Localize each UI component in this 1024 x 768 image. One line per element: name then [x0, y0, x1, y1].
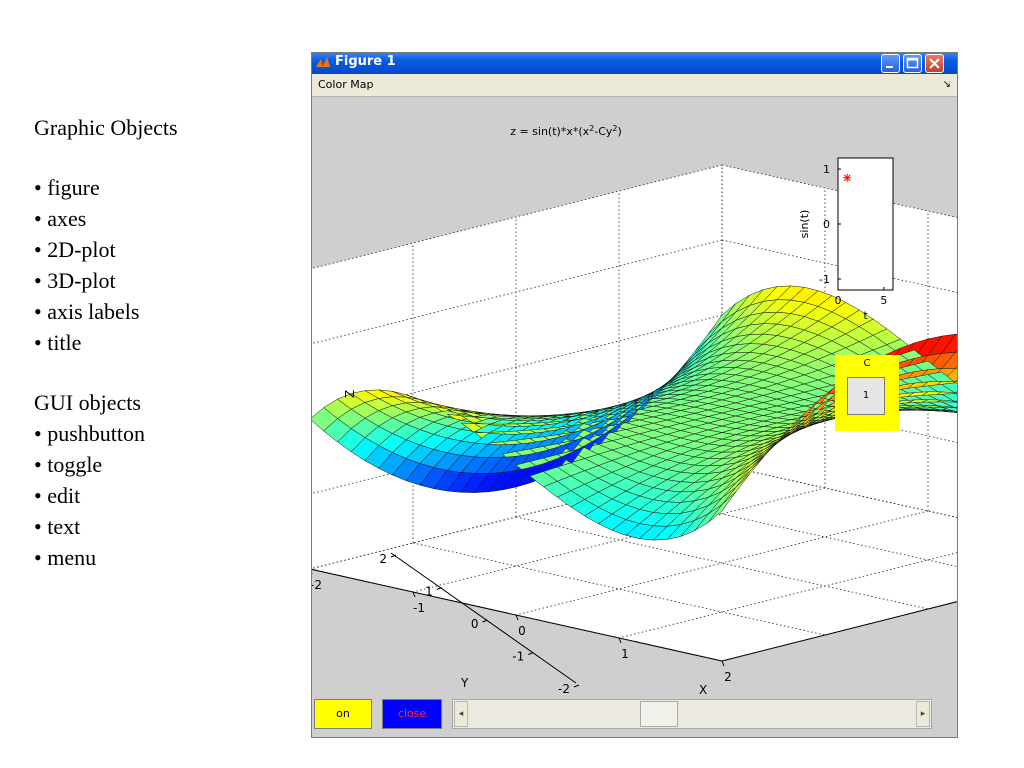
- list-item: • figure: [34, 175, 100, 200]
- list-item: • menu: [34, 545, 97, 570]
- close-button[interactable]: close: [382, 699, 442, 729]
- menu-arrow-icon[interactable]: ↘: [943, 79, 951, 90]
- x-tick-label: -1: [413, 601, 425, 615]
- title-bar[interactable]: Figure 1: [312, 53, 957, 74]
- close-window-button[interactable]: [925, 54, 944, 73]
- matlab-icon: [316, 57, 330, 67]
- maximize-button[interactable]: [903, 54, 922, 73]
- close-icon: [929, 58, 940, 69]
- sin-t-y-tick-label: 1: [823, 163, 830, 176]
- y-tick-label: 2: [379, 552, 387, 566]
- y-tick-label: -2: [558, 682, 570, 696]
- slider-right-arrow[interactable]: ▸: [916, 701, 930, 727]
- minimize-icon: [886, 66, 893, 68]
- list-item: • toggle: [34, 452, 103, 477]
- sin-t-x-tick-label: 5: [880, 294, 887, 307]
- x-tick-label: -2: [312, 578, 322, 592]
- heading-graphic-objects: Graphic Objects: [34, 115, 178, 140]
- y-tick-label: 0: [471, 617, 479, 631]
- c-edit-field[interactable]: 1: [847, 377, 885, 415]
- y-tick-label: 1: [425, 585, 433, 599]
- list-item: • title: [34, 330, 82, 355]
- main-plot-title: z = sin(t)*x*(x2-Cy2): [510, 124, 622, 138]
- tick-mark: [721, 660, 725, 667]
- x-tick-label: 0: [518, 624, 526, 638]
- sin-t-data-point: [843, 173, 852, 182]
- t-slider[interactable]: ◂ ▸: [452, 699, 932, 729]
- list-item: • 3D-plot: [34, 268, 116, 293]
- sin-t-x-tick-label: 0: [835, 294, 842, 307]
- slider-left-arrow[interactable]: ◂: [454, 701, 468, 727]
- slider-thumb[interactable]: [640, 701, 679, 727]
- sin-t-y-label: sin(t): [798, 210, 811, 239]
- menu-bar: Color Map ↘: [312, 74, 957, 97]
- y-tick-label: -1: [512, 650, 524, 664]
- heading-gui-objects: GUI objects: [34, 390, 141, 415]
- x-tick-label: 1: [621, 647, 629, 661]
- window-title: Figure 1: [335, 54, 396, 69]
- maximize-icon: [906, 57, 919, 69]
- menu-color-map[interactable]: Color Map: [318, 78, 373, 91]
- minimize-button[interactable]: [881, 54, 900, 73]
- list-item: • edit: [34, 483, 81, 508]
- x-axis-label: X: [699, 683, 707, 696]
- c-label: C: [863, 358, 871, 369]
- sin-t-y-tick-label: 0: [823, 218, 830, 231]
- z-axis-label: Z: [343, 390, 357, 398]
- sin-t-y-tick-label: -1: [819, 273, 830, 286]
- x-tick-label: 2: [724, 670, 732, 684]
- list-item: • 2D-plot: [34, 237, 116, 262]
- y-axis-label: Y: [460, 676, 469, 690]
- list-item: • axes: [34, 206, 87, 231]
- on-toggle-button[interactable]: on: [314, 699, 372, 729]
- slide-text: Graphic Objects • figure • axes • 2D-plo…: [34, 112, 178, 573]
- figure-window: Figure 1 Color Map ↘ -10-50510-2-1012210…: [311, 52, 958, 738]
- list-item: • pushbutton: [34, 421, 145, 446]
- sin-t-x-label: t: [863, 309, 868, 322]
- tick-mark: [573, 684, 580, 688]
- c-panel: C 1: [835, 355, 899, 431]
- list-item: • text: [34, 514, 81, 539]
- list-item: • axis labels: [34, 299, 140, 324]
